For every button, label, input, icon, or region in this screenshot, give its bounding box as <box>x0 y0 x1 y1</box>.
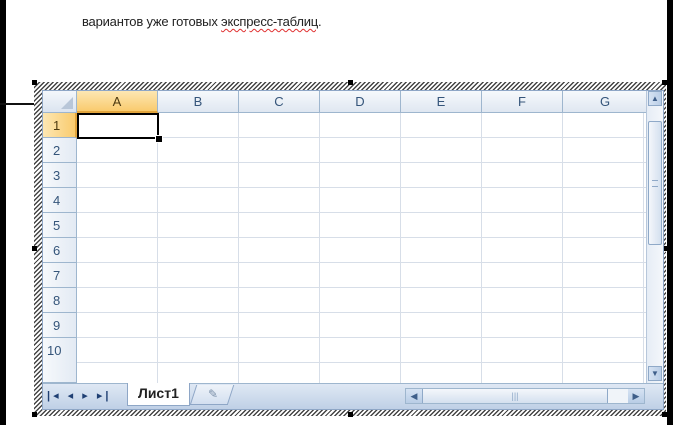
connector-line <box>0 103 36 105</box>
column-header-g[interactable]: G <box>563 91 648 113</box>
column-header-d[interactable]: D <box>320 91 401 113</box>
resize-handle-s[interactable] <box>348 412 353 417</box>
vertical-scrollbar[interactable]: ▲ ▼ <box>646 91 663 383</box>
scroll-up-icon[interactable]: ▲ <box>648 91 662 106</box>
next-sheet-icon[interactable]: ▸ <box>82 390 91 402</box>
scroll-left-icon[interactable]: ◀ <box>406 389 422 403</box>
column-header-a[interactable]: A <box>77 91 158 113</box>
scroll-right-icon[interactable]: ▶ <box>628 389 644 403</box>
fill-handle[interactable] <box>155 135 163 143</box>
row-header-8[interactable]: 8 <box>43 288 77 313</box>
document-text-line: вариантов уже готовых экспресс-таблиц. <box>82 14 322 29</box>
column-header-e[interactable]: E <box>401 91 482 113</box>
resize-handle-w[interactable] <box>32 246 37 251</box>
embedded-spreadsheet[interactable]: A B C D E F G 1 2 3 4 5 6 7 8 9 10 ▲ ▼ |… <box>42 90 664 410</box>
resize-handle-sw[interactable] <box>32 412 37 417</box>
insert-worksheet-icon[interactable]: ✎ <box>208 387 218 401</box>
horizontal-scrollbar[interactable]: ◀ ||| ▶ <box>405 388 645 404</box>
text-run-end: . <box>318 14 322 29</box>
row-header-9[interactable]: 9 <box>43 313 77 338</box>
resize-handle-nw[interactable] <box>32 80 37 85</box>
sheet-tab-list1[interactable]: Лист1 <box>127 383 190 406</box>
scroll-down-icon[interactable]: ▼ <box>648 366 662 381</box>
row-header-1[interactable]: 1 <box>43 113 77 138</box>
row-header-5[interactable]: 5 <box>43 213 77 238</box>
text-run: вариантов уже готовых <box>82 14 222 29</box>
vertical-scroll-thumb[interactable] <box>648 121 662 245</box>
resize-handle-n[interactable] <box>348 80 353 85</box>
row-header-3[interactable]: 3 <box>43 163 77 188</box>
prev-sheet-icon[interactable]: ◂ <box>68 390 77 402</box>
resize-handle-ne[interactable] <box>662 80 667 85</box>
row-header-4[interactable]: 4 <box>43 188 77 213</box>
row-header-10[interactable]: 10 <box>43 338 77 383</box>
column-header-b[interactable]: B <box>158 91 239 113</box>
sheet-tab-bar: |◂ ◂ ▸ ▸| Лист1 ✎ ◀ ||| ▶ <box>43 383 663 409</box>
first-sheet-icon[interactable]: |◂ <box>47 390 62 402</box>
spellcheck-word[interactable]: экспресс-таблиц <box>221 14 318 29</box>
horizontal-scroll-thumb[interactable]: ||| <box>422 389 608 403</box>
active-cell-a1[interactable] <box>77 113 159 139</box>
row-header-6[interactable]: 6 <box>43 238 77 263</box>
row-header-7[interactable]: 7 <box>43 263 77 288</box>
select-all-button[interactable] <box>43 91 77 113</box>
column-header-c[interactable]: C <box>239 91 320 113</box>
last-sheet-icon[interactable]: ▸| <box>97 390 112 402</box>
select-all-triangle-icon <box>61 97 73 109</box>
row-header-2[interactable]: 2 <box>43 138 77 163</box>
sheet-nav-buttons[interactable]: |◂ ◂ ▸ ▸| <box>47 389 111 402</box>
cell-grid[interactable] <box>77 113 648 383</box>
column-header-f[interactable]: F <box>482 91 563 113</box>
resize-handle-se[interactable] <box>662 412 667 417</box>
grip-icon <box>652 180 658 187</box>
